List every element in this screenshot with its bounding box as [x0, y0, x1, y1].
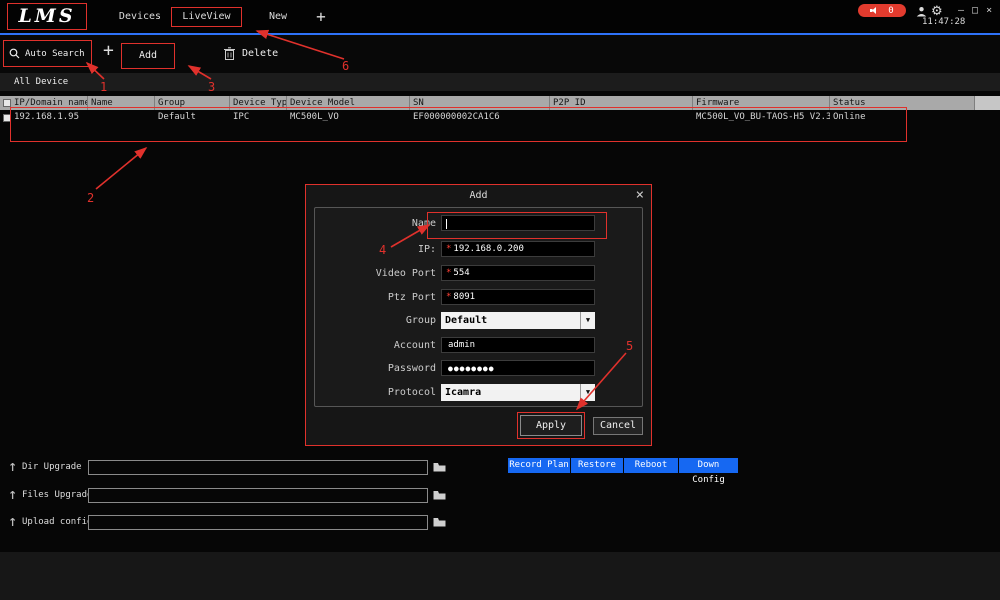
folder-icon — [433, 517, 446, 527]
apply-button[interactable]: Apply — [520, 415, 582, 436]
chevron-down-icon: ▼ — [580, 312, 595, 329]
field-label: Ptz Port — [315, 292, 441, 303]
group-select[interactable]: Default ▼ — [441, 312, 595, 329]
minimize-button[interactable]: — — [958, 5, 964, 16]
password-input[interactable] — [446, 364, 594, 373]
ip-input[interactable] — [451, 244, 594, 254]
auto-search-label: Auto Search — [25, 49, 85, 59]
account-input-wrap — [441, 337, 595, 353]
folder-icon — [433, 490, 446, 500]
delete-button[interactable]: Delete — [224, 43, 278, 63]
tab-devices[interactable]: Devices — [112, 0, 168, 33]
add-device-dialog: Add × Name IP: * Video Port — [305, 184, 652, 446]
field-label: Group — [315, 315, 441, 326]
browse-button[interactable] — [431, 461, 447, 474]
cancel-button[interactable]: Cancel — [593, 417, 643, 435]
upload-config-row: ↑ Upload config — [8, 514, 447, 530]
record-plan-button[interactable]: Record Plan — [508, 458, 570, 473]
close-button[interactable]: × — [986, 5, 992, 16]
notification-count: 0 — [888, 6, 893, 16]
field-label: Name — [315, 218, 441, 229]
upload-config-label: Upload config — [22, 517, 88, 527]
annotation-box-name-input — [427, 212, 607, 239]
field-row-account: Account — [315, 336, 642, 354]
field-row-ptz-port: Ptz Port * — [315, 288, 642, 306]
group-label: All Device — [14, 77, 68, 87]
field-row-protocol: Protocol Icamra ▼ — [315, 383, 642, 401]
tab-new[interactable]: New — [258, 0, 298, 33]
device-group-bar: All Device — [0, 73, 1000, 91]
protocol-select-value: Icamra — [445, 387, 481, 398]
ip-input-wrap: * — [441, 241, 595, 257]
field-row-password: Password — [315, 359, 642, 377]
clock: 11:47:28 — [922, 17, 965, 27]
field-label: Account — [315, 340, 441, 351]
close-icon[interactable]: × — [636, 187, 644, 203]
add-plus-button[interactable]: + — [103, 40, 114, 61]
dir-upgrade-input[interactable] — [88, 460, 428, 475]
browse-button[interactable] — [431, 489, 447, 502]
account-input[interactable] — [446, 340, 594, 350]
field-row-video-port: Video Port * — [315, 264, 642, 282]
annotation-box-device-row — [10, 107, 907, 142]
delete-label: Delete — [242, 48, 278, 59]
video-port-input-wrap: * — [441, 265, 595, 281]
restore-button[interactable]: □ — [972, 5, 978, 16]
app-window: LMS Devices LiveView New + 0 ⚙ 11:47:28 … — [0, 0, 1000, 600]
annotation-number-2: 2 — [87, 191, 94, 205]
chevron-down-icon: ▼ — [580, 384, 595, 401]
new-tab-button[interactable]: + — [311, 0, 331, 33]
field-row-group: Group Default ▼ — [315, 311, 642, 329]
field-label: Video Port — [315, 268, 441, 279]
protocol-select[interactable]: Icamra ▼ — [441, 384, 595, 401]
tab-liveview[interactable]: LiveView — [171, 7, 242, 27]
field-label: Protocol — [315, 387, 441, 398]
folder-icon — [433, 462, 446, 472]
restore-button[interactable]: Restore — [571, 458, 623, 473]
reboot-button[interactable]: Reboot — [624, 458, 678, 473]
upload-icon: ↑ — [8, 489, 22, 502]
upload-config-input[interactable] — [88, 515, 428, 530]
files-upgrade-row: ↑ Files Upgrade — [8, 487, 447, 503]
password-input-wrap — [441, 360, 595, 376]
files-upgrade-input[interactable] — [88, 488, 428, 503]
ptz-port-input[interactable] — [451, 292, 594, 302]
group-select-value: Default — [445, 315, 487, 326]
select-all-checkbox[interactable] — [3, 99, 11, 107]
window-controls: — □ × — [958, 5, 992, 16]
toolbar: Auto Search + Add Delete — [0, 35, 1000, 73]
trash-icon — [224, 47, 235, 60]
field-label: IP: — [315, 244, 441, 255]
field-label: Password — [315, 363, 441, 374]
user-icon[interactable] — [916, 6, 927, 17]
down-config-button[interactable]: Down Config — [679, 458, 738, 473]
upload-icon: ↑ — [8, 461, 22, 474]
titlebar: LMS Devices LiveView New + 0 ⚙ 11:47:28 … — [0, 0, 1000, 33]
browse-button[interactable] — [431, 516, 447, 529]
app-logo: LMS — [7, 3, 87, 30]
dialog-title: Add — [306, 185, 651, 207]
notification-badge[interactable]: 0 — [858, 4, 906, 17]
search-icon — [9, 48, 20, 59]
auto-search-button[interactable]: Auto Search — [3, 40, 92, 67]
field-row-ip: IP: * — [315, 240, 642, 258]
footer-strip — [0, 552, 1000, 600]
device-actions: Record Plan Restore Reboot Down Config — [508, 458, 738, 473]
ptz-port-input-wrap: * — [441, 289, 595, 305]
dir-upgrade-row: ↑ Dir Upgrade — [8, 459, 447, 475]
scrollbar-corner — [975, 96, 1000, 110]
dir-upgrade-label: Dir Upgrade — [22, 462, 88, 472]
speaker-icon — [870, 6, 879, 15]
video-port-input[interactable] — [451, 268, 594, 278]
files-upgrade-label: Files Upgrade — [22, 490, 88, 500]
add-button[interactable]: Add — [121, 43, 175, 69]
upload-icon: ↑ — [8, 516, 22, 529]
